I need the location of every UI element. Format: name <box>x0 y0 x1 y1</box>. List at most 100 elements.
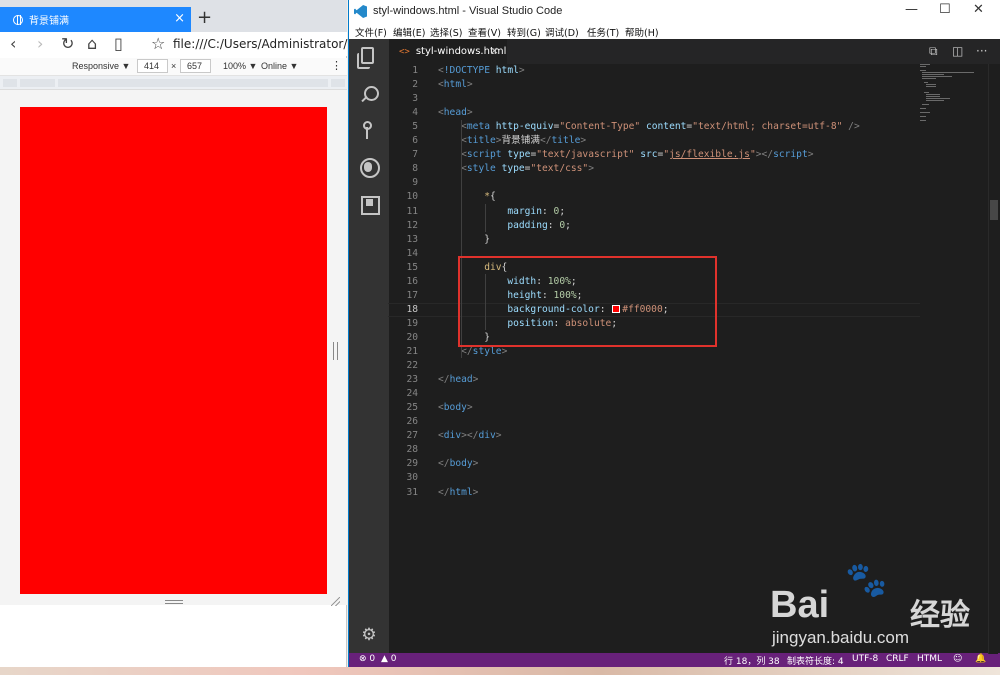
code-line[interactable]: 2 <html> <box>388 78 928 92</box>
code-line[interactable]: 21 </style> <box>388 345 928 359</box>
line-number: 17 <box>406 289 418 301</box>
menu-help[interactable]: 帮助(H) <box>625 25 659 39</box>
code-line[interactable]: 22 <box>388 359 928 373</box>
code-line[interactable]: 24 <box>388 387 928 401</box>
globe-icon <box>13 14 23 25</box>
code-line[interactable]: 27 <div></div> <box>388 429 928 443</box>
desktop-wallpaper <box>0 667 1000 675</box>
line-number: 31 <box>406 486 418 498</box>
line-number: 28 <box>406 444 418 456</box>
vscode-titlebar: styl-windows.html - Visual Studio Code —… <box>349 0 1000 23</box>
explorer-icon[interactable] <box>357 47 374 69</box>
line-number: 20 <box>406 331 418 343</box>
error-count[interactable]: ⊗ 0 <box>359 654 375 664</box>
watermark-brand: Bai <box>770 584 830 626</box>
favorite-star-icon[interactable]: ☆ <box>151 34 165 54</box>
viewport-width-input[interactable]: 414 <box>137 59 168 73</box>
code-line[interactable]: 23 </head> <box>388 373 928 387</box>
more-options-icon[interactable]: ⋮ <box>331 59 342 72</box>
extensions-icon[interactable] <box>359 194 380 215</box>
code-line[interactable]: 5 <meta http-equiv="Content-Type" conten… <box>388 120 928 134</box>
line-number: 3 <box>412 93 418 105</box>
open-changes-icon[interactable]: ⧉ <box>929 44 938 59</box>
line-number: 21 <box>406 346 418 357</box>
code-line[interactable]: 29 </body> <box>388 457 928 471</box>
code-text: padding: 0; <box>507 219 571 231</box>
menu-tasks[interactable]: 任务(T) <box>587 25 619 39</box>
code-text: <body> <box>438 402 473 414</box>
close-button[interactable]: ✕ <box>973 2 984 17</box>
code-line[interactable]: 31 </html> <box>388 486 928 500</box>
minimize-button[interactable]: — <box>905 2 918 17</box>
code-line[interactable]: 8 <style type="text/css"> <box>388 162 928 176</box>
line-number: 6 <box>412 135 418 147</box>
menu-selection[interactable]: 选择(S) <box>430 25 462 39</box>
code-text: <html> <box>438 79 473 91</box>
code-line[interactable]: 28 <box>388 443 928 457</box>
line-number: 1 <box>412 65 418 76</box>
network-throttle-select[interactable]: Online ▼ <box>261 61 298 71</box>
menu-edit[interactable]: 编辑(E) <box>393 25 425 39</box>
code-line[interactable]: 7 <script type="text/javascript" src="js… <box>388 148 928 162</box>
code-line[interactable]: 11 margin: 0; <box>388 205 928 219</box>
home-icon[interactable]: ⌂ <box>87 34 97 54</box>
viewport-resize-handle-bottom[interactable] <box>165 600 183 604</box>
settings-gear-icon[interactable]: ⚙ <box>359 625 379 645</box>
reading-view-icon[interactable]: ▯ <box>114 34 123 54</box>
source-control-icon[interactable] <box>359 120 379 140</box>
code-text: } <box>438 233 490 245</box>
line-number: 8 <box>412 163 418 175</box>
forward-icon[interactable]: › <box>37 34 43 54</box>
line-number: 19 <box>406 317 418 329</box>
debug-icon[interactable] <box>359 157 380 178</box>
line-number: 11 <box>406 205 418 217</box>
minimap[interactable] <box>920 64 990 124</box>
editor-tabbar: <> styl-windows.html × ⧉ ◫ ··· <box>389 39 1000 64</box>
code-line[interactable]: 6 <title>背景铺满</title> <box>388 134 928 148</box>
editor-tab-styl-windows[interactable]: <> styl-windows.html × <box>389 39 507 64</box>
code-line[interactable]: 30 <box>388 471 928 485</box>
code-line[interactable]: 3 <box>388 92 928 106</box>
code-line[interactable]: 25 <body> <box>388 401 928 415</box>
menu-debug[interactable]: 调试(D) <box>545 25 579 39</box>
tab-close-icon[interactable]: × <box>174 11 185 27</box>
code-line[interactable]: 4 <head> <box>388 106 928 120</box>
refresh-icon[interactable]: ↻ <box>61 34 74 54</box>
maximize-button[interactable]: ☐ <box>939 2 951 17</box>
line-number: 24 <box>406 388 418 400</box>
code-line[interactable]: 12 padding: 0; <box>388 219 928 233</box>
code-text: <div></div> <box>438 430 502 442</box>
warning-count[interactable]: ▲ 0 <box>381 654 397 664</box>
more-actions-icon[interactable]: ··· <box>976 44 987 58</box>
menu-view[interactable]: 查看(V) <box>468 25 501 39</box>
viewport-resize-handle-right[interactable] <box>333 342 338 360</box>
code-line[interactable]: 26 <box>388 415 928 429</box>
baidu-jingyan-watermark: 🐾 Bai 经验 jingyan.baidu.com <box>760 560 990 660</box>
line-number: 5 <box>412 121 418 133</box>
split-editor-icon[interactable]: ◫ <box>952 44 963 58</box>
browser-tab-active[interactable]: 背景铺满 × <box>0 7 191 32</box>
editor-tab-close-icon[interactable]: × <box>490 44 499 57</box>
line-number: 18 <box>406 303 418 315</box>
menu-go[interactable]: 转到(G) <box>507 25 541 39</box>
code-line[interactable]: 10 *{ <box>388 190 928 204</box>
new-tab-button[interactable]: + <box>197 6 212 30</box>
zoom-select[interactable]: 100% ▼ <box>223 61 257 71</box>
line-number: 14 <box>406 247 418 259</box>
code-text: </style> <box>461 346 508 357</box>
line-number: 27 <box>406 430 418 442</box>
viewport-resize-handle-corner[interactable] <box>331 597 340 606</box>
line-number: 22 <box>406 360 418 372</box>
viewport-height-input[interactable]: 657 <box>180 59 211 73</box>
device-mode-select[interactable]: Responsive ▼ <box>72 61 130 71</box>
menu-file[interactable]: 文件(F) <box>355 25 387 39</box>
line-number: 23 <box>406 374 418 386</box>
window-title: styl-windows.html - Visual Studio Code <box>373 5 563 17</box>
editor-scrollbar-thumb[interactable] <box>990 200 998 220</box>
search-icon[interactable] <box>359 85 379 105</box>
line-number: 26 <box>406 416 418 428</box>
code-line[interactable]: 1 <!DOCTYPE html> <box>388 64 928 78</box>
code-line[interactable]: 13 } <box>388 233 928 247</box>
code-line[interactable]: 9 <box>388 176 928 190</box>
back-icon[interactable]: ‹ <box>10 34 16 54</box>
